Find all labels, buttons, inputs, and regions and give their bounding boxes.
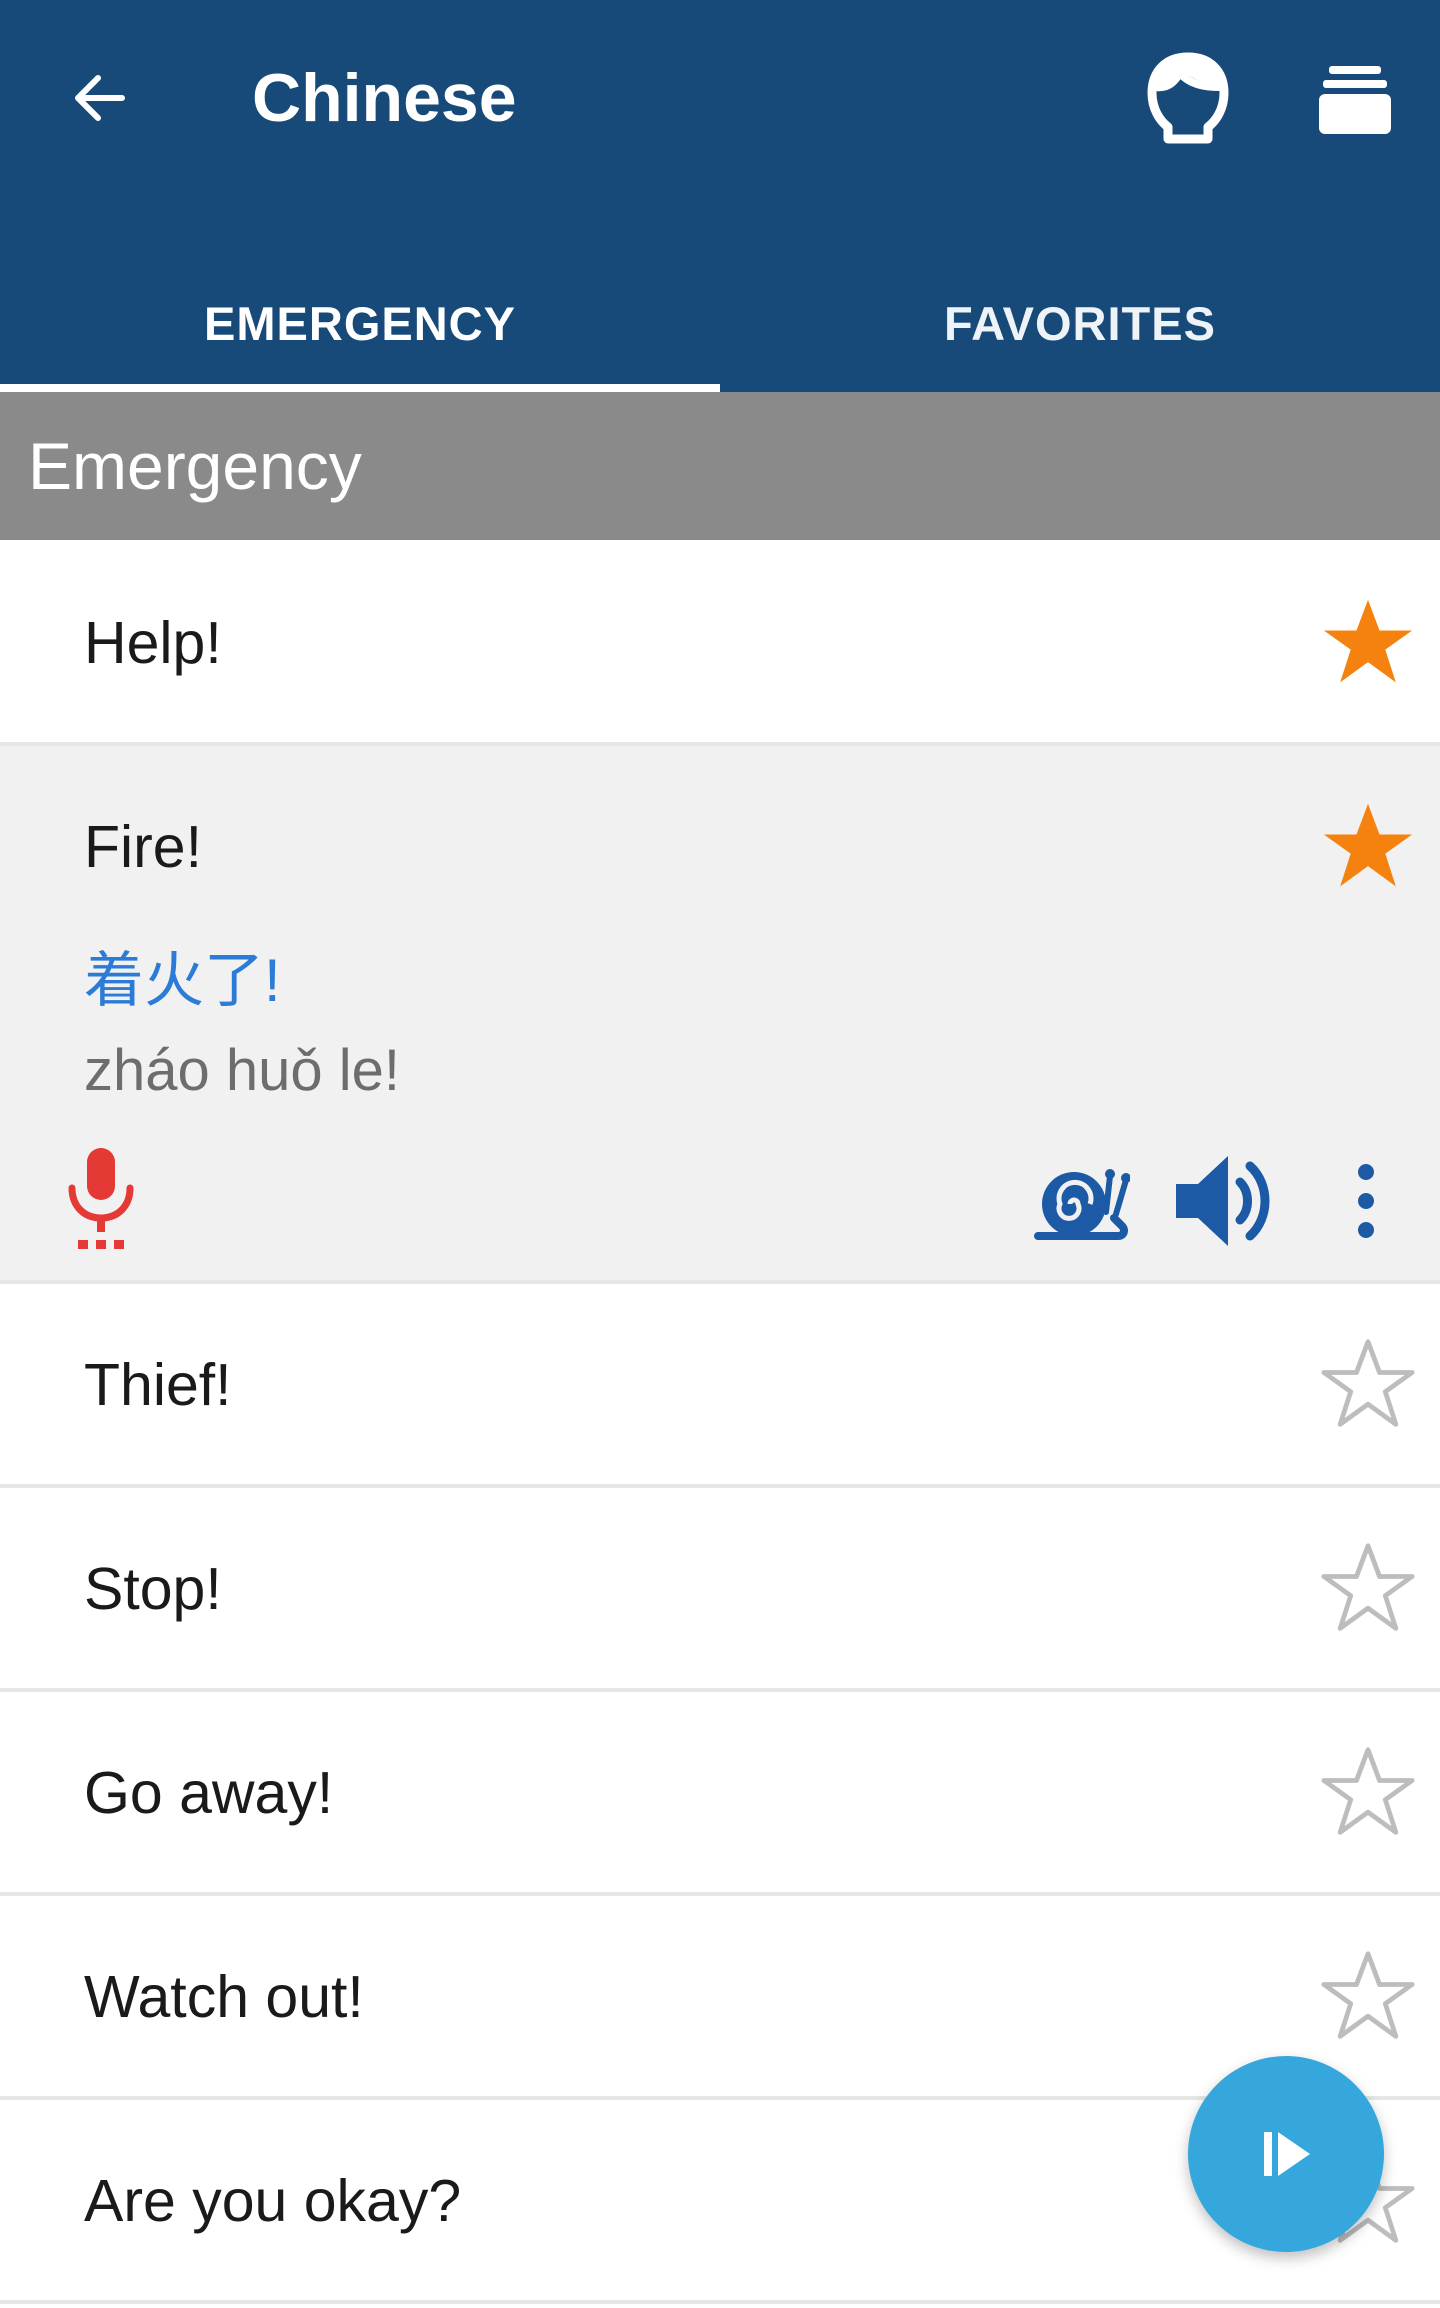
- tab-emergency[interactable]: EMERGENCY: [0, 255, 720, 392]
- play-icon: [1264, 2132, 1310, 2176]
- back-button[interactable]: [50, 48, 150, 148]
- star-outline-icon[interactable]: [1320, 1540, 1416, 1636]
- star-outline-icon[interactable]: [1320, 1336, 1416, 1432]
- phrase-label: Go away!: [84, 1760, 334, 1826]
- arrow-left-icon: [75, 75, 125, 121]
- section-header: Emergency: [0, 392, 1440, 540]
- phrase-row-go-away[interactable]: Go away!: [0, 1692, 1440, 1896]
- snail-icon[interactable]: [1030, 1156, 1130, 1246]
- page-title: Chinese: [252, 60, 517, 136]
- cards-button[interactable]: [1305, 50, 1405, 150]
- phrase-row-thief[interactable]: Thief!: [0, 1284, 1440, 1488]
- microphone-icon[interactable]: [56, 1144, 146, 1254]
- phrase-label: Are you okay?: [84, 2168, 462, 2234]
- phrase-label: Help!: [84, 610, 222, 676]
- phrase-row-watch-out[interactable]: Watch out!: [0, 1896, 1440, 2100]
- star-outline-icon[interactable]: [1320, 1744, 1416, 1840]
- phrase-translation: 着火了!: [84, 947, 281, 1014]
- tab-indicator: [0, 384, 720, 392]
- profile-button[interactable]: [1138, 46, 1238, 150]
- phrase-label: Thief!: [84, 1352, 232, 1418]
- more-vert-icon: [1358, 1164, 1374, 1180]
- more-options-button[interactable]: [1336, 1156, 1396, 1246]
- app-bar: Chinese EMERGENCY FAVORITES: [0, 0, 1440, 392]
- star-filled-icon[interactable]: [1320, 798, 1416, 894]
- more-vert-dot: [1358, 1193, 1374, 1209]
- more-vert-dot: [1358, 1222, 1374, 1238]
- phrase-row-help[interactable]: Help!: [0, 540, 1440, 746]
- speaker-icon[interactable]: [1170, 1146, 1280, 1256]
- card-stack-icon: [1319, 66, 1391, 134]
- phrase-pinyin: zháo huǒ le!: [84, 1038, 401, 1103]
- star-filled-icon[interactable]: [1320, 594, 1416, 690]
- phrase-row-fire[interactable]: Fire! 着火了! zháo huǒ le!: [0, 746, 1440, 1284]
- phrase-row-stop[interactable]: Stop!: [0, 1488, 1440, 1692]
- play-all-button[interactable]: [1188, 2056, 1384, 2252]
- tab-favorites[interactable]: FAVORITES: [720, 255, 1440, 392]
- phrase-label: Watch out!: [84, 1964, 364, 2030]
- phrase-label: Stop!: [84, 1556, 222, 1622]
- phrase-label: Fire!: [84, 814, 202, 880]
- star-outline-icon[interactable]: [1320, 1948, 1416, 2044]
- head-icon: [1147, 52, 1229, 144]
